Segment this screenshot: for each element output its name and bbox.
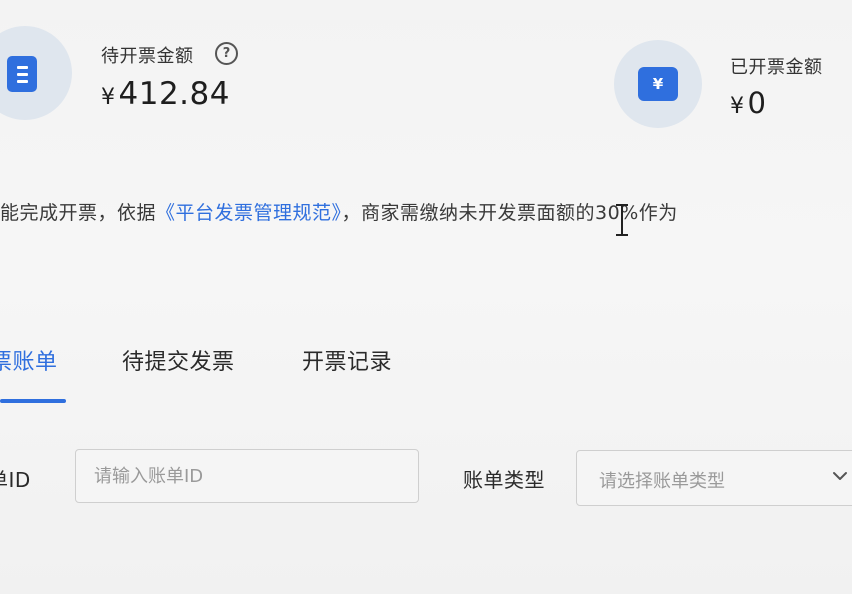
active-tab-indicator — [0, 399, 66, 403]
tab-invoice-records[interactable]: 开票记录 — [302, 344, 392, 376]
invoice-management-page: 待开票金额 ? ¥412.84 ¥ 已开票金额 ¥0 能完成开票，依据《平台发票… — [0, 0, 852, 594]
chevron-down-icon — [833, 472, 847, 480]
bill-type-placeholder: 请选择账单类型 — [599, 471, 725, 492]
bill-type-select[interactable]: 请选择账单类型 — [576, 450, 852, 506]
invoice-tabs: 票账单 待提交发票 开票记录 — [0, 0, 852, 405]
tab-pending-submission[interactable]: 待提交发票 — [122, 344, 235, 376]
bill-id-input[interactable] — [75, 449, 419, 503]
bill-type-label: 账单类型 — [463, 468, 545, 492]
tab-bills[interactable]: 票账单 — [0, 344, 58, 376]
bill-id-label: 单ID — [0, 468, 31, 492]
